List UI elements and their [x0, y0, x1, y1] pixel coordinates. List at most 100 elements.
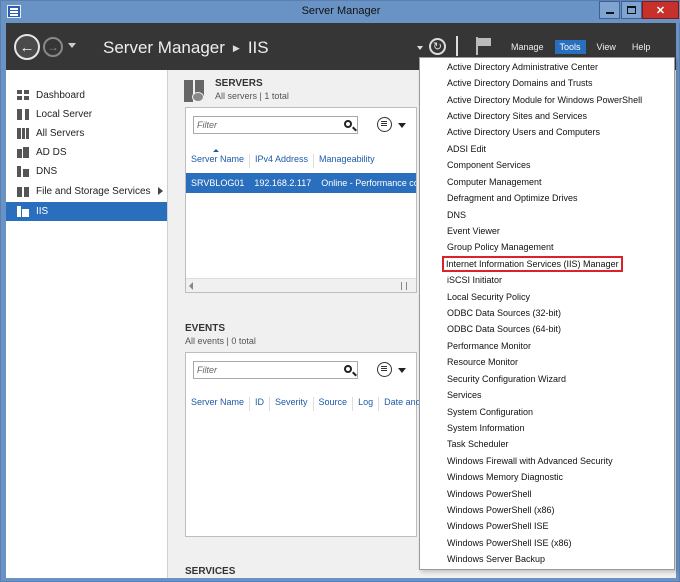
menu-item-iis-manager[interactable]: Internet Information Services (IIS) Mana…	[420, 256, 674, 272]
sidebar-item-all-servers[interactable]: All Servers	[6, 124, 167, 143]
menu-item[interactable]: Services	[420, 387, 674, 403]
menu-item[interactable]: Component Services	[420, 157, 674, 173]
horizontal-scrollbar[interactable]	[186, 278, 416, 292]
menu-item[interactable]: Computer Management	[420, 174, 674, 190]
menu-item[interactable]: Defragment and Optimize Drives	[420, 190, 674, 206]
menu-item-label: Windows PowerShell ISE	[447, 521, 549, 531]
breadcrumb-current: IIS	[247, 38, 269, 57]
menu-help[interactable]: Help	[627, 40, 656, 54]
menu-item[interactable]: System Configuration	[420, 404, 674, 420]
menu-item[interactable]: Active Directory Users and Computers	[420, 124, 674, 140]
menu-item[interactable]: DNS	[420, 207, 674, 223]
menu-item[interactable]: System Information	[420, 420, 674, 436]
menu-item-label: Resource Monitor	[447, 357, 519, 367]
menu-item[interactable]: Local Security Policy	[420, 289, 674, 305]
menu-item[interactable]: Active Directory Domains and Trusts	[420, 75, 674, 91]
column-severity[interactable]: Severity	[270, 397, 314, 411]
menu-view[interactable]: View	[592, 40, 621, 54]
menu-item-label: System Information	[447, 423, 525, 433]
header-divider	[456, 36, 458, 56]
menu-item[interactable]: ODBC Data Sources (64-bit)	[420, 321, 674, 337]
sidebar-item-file-storage[interactable]: File and Storage Services	[6, 182, 167, 201]
minimize-button[interactable]	[599, 1, 620, 19]
menu-item[interactable]: Windows Server Backup	[420, 551, 674, 567]
scroll-thumb[interactable]	[401, 282, 407, 290]
menu-item[interactable]: Group Policy Management	[420, 239, 674, 255]
menu-item[interactable]: Windows PowerShell ISE	[420, 518, 674, 534]
menu-item[interactable]: Windows PowerShell	[420, 486, 674, 502]
column-manageability[interactable]: Manageability	[314, 154, 380, 168]
menu-item-label: Windows PowerShell (x86)	[447, 505, 555, 515]
chevron-down-icon[interactable]	[417, 46, 423, 50]
events-filter-input[interactable]	[197, 364, 337, 376]
list-options-icon[interactable]	[377, 362, 392, 377]
menu-item-label: ADSI Edit	[447, 144, 487, 154]
breadcrumb-separator-icon: ▶	[232, 42, 240, 53]
menu-item[interactable]: Windows PowerShell ISE (x86)	[420, 535, 674, 551]
servers-subtitle: All servers | 1 total	[215, 91, 289, 101]
menu-tools[interactable]: Tools	[554, 40, 586, 54]
menu-item[interactable]: Task Scheduler	[420, 436, 674, 452]
cell-server-name: SRVBLOG01	[191, 178, 245, 188]
events-filter	[193, 361, 358, 379]
servers-icon	[184, 80, 208, 102]
back-arrow-icon: ←	[19, 38, 35, 56]
scroll-left-icon[interactable]	[189, 282, 193, 290]
search-icon[interactable]	[344, 120, 352, 128]
sidebar-item-ad-ds[interactable]: AD DS	[6, 143, 167, 162]
column-ipv4-address[interactable]: IPv4 Address	[250, 154, 315, 168]
sidebar-item-dashboard[interactable]: Dashboard	[6, 86, 167, 105]
sidebar-item-label: Local Server	[36, 109, 93, 120]
cell-manageability: Online - Performance coun	[321, 178, 416, 188]
menu-item-label: System Configuration	[447, 407, 534, 417]
menu-item[interactable]: Performance Monitor	[420, 338, 674, 354]
column-server-name[interactable]: Server Name	[186, 154, 251, 168]
column-id[interactable]: ID	[250, 397, 271, 411]
refresh-button[interactable]: ↻	[429, 38, 446, 55]
menu-item[interactable]: Windows Memory Diagnostic	[420, 469, 674, 485]
menu-item-label: Windows PowerShell ISE (x86)	[447, 538, 572, 548]
maximize-icon	[627, 6, 636, 14]
servers-filter-input[interactable]	[197, 119, 337, 131]
sidebar-item-label: AD DS	[36, 147, 67, 158]
column-server-name[interactable]: Server Name	[186, 397, 251, 411]
history-dropdown-icon[interactable]	[68, 43, 76, 48]
sidebar-item-iis[interactable]: IIS	[6, 202, 167, 221]
menu-item[interactable]: ADSI Edit	[420, 141, 674, 157]
chevron-down-icon[interactable]	[398, 123, 406, 128]
close-button[interactable]: ✕	[642, 1, 679, 19]
column-log[interactable]: Log	[353, 397, 380, 411]
back-button[interactable]: ←	[14, 34, 40, 60]
menu-item[interactable]: iSCSI Initiator	[420, 272, 674, 288]
list-options-icon[interactable]	[377, 117, 392, 132]
menu-item[interactable]: Security Configuration Wizard	[420, 371, 674, 387]
breadcrumb-root[interactable]: Server Manager	[103, 38, 225, 58]
column-source[interactable]: Source	[314, 397, 354, 411]
breadcrumb: Server Manager ▶ IIS	[103, 38, 269, 58]
forward-button[interactable]: →	[43, 37, 63, 57]
menu-item[interactable]: Event Viewer	[420, 223, 674, 239]
search-icon[interactable]	[344, 365, 352, 373]
title-bar[interactable]: Server Manager ✕	[1, 1, 680, 23]
chevron-right-icon[interactable]	[158, 187, 163, 195]
events-subtitle: All events | 0 total	[185, 336, 256, 346]
chevron-down-icon[interactable]	[398, 368, 406, 373]
menu-item-label: Active Directory Domains and Trusts	[447, 78, 593, 88]
refresh-icon: ↻	[432, 41, 443, 53]
menu-item[interactable]: Active Directory Administrative Center	[420, 59, 674, 75]
menu-item[interactable]: ODBC Data Sources (32-bit)	[420, 305, 674, 321]
menu-item[interactable]: Windows Firewall with Advanced Security	[420, 453, 674, 469]
menu-item[interactable]: Active Directory Module for Windows Powe…	[420, 92, 674, 108]
menu-item[interactable]: Resource Monitor	[420, 354, 674, 370]
menu-manage[interactable]: Manage	[506, 40, 549, 54]
maximize-button[interactable]	[621, 1, 642, 19]
menu-bar: Manage Tools View Help	[506, 40, 661, 54]
table-row[interactable]: SRVBLOG01 192.168.2.117 Online - Perform…	[186, 173, 416, 193]
sidebar-item-dns[interactable]: DNS	[6, 162, 167, 181]
menu-item[interactable]: Windows PowerShell (x86)	[420, 502, 674, 518]
notifications-flag-icon[interactable]	[474, 37, 492, 55]
menu-item[interactable]: Active Directory Sites and Services	[420, 108, 674, 124]
sidebar-item-local-server[interactable]: Local Server	[6, 105, 167, 124]
sidebar-item-label: File and Storage Services	[36, 186, 151, 197]
menu-item-label: Services	[447, 390, 482, 400]
